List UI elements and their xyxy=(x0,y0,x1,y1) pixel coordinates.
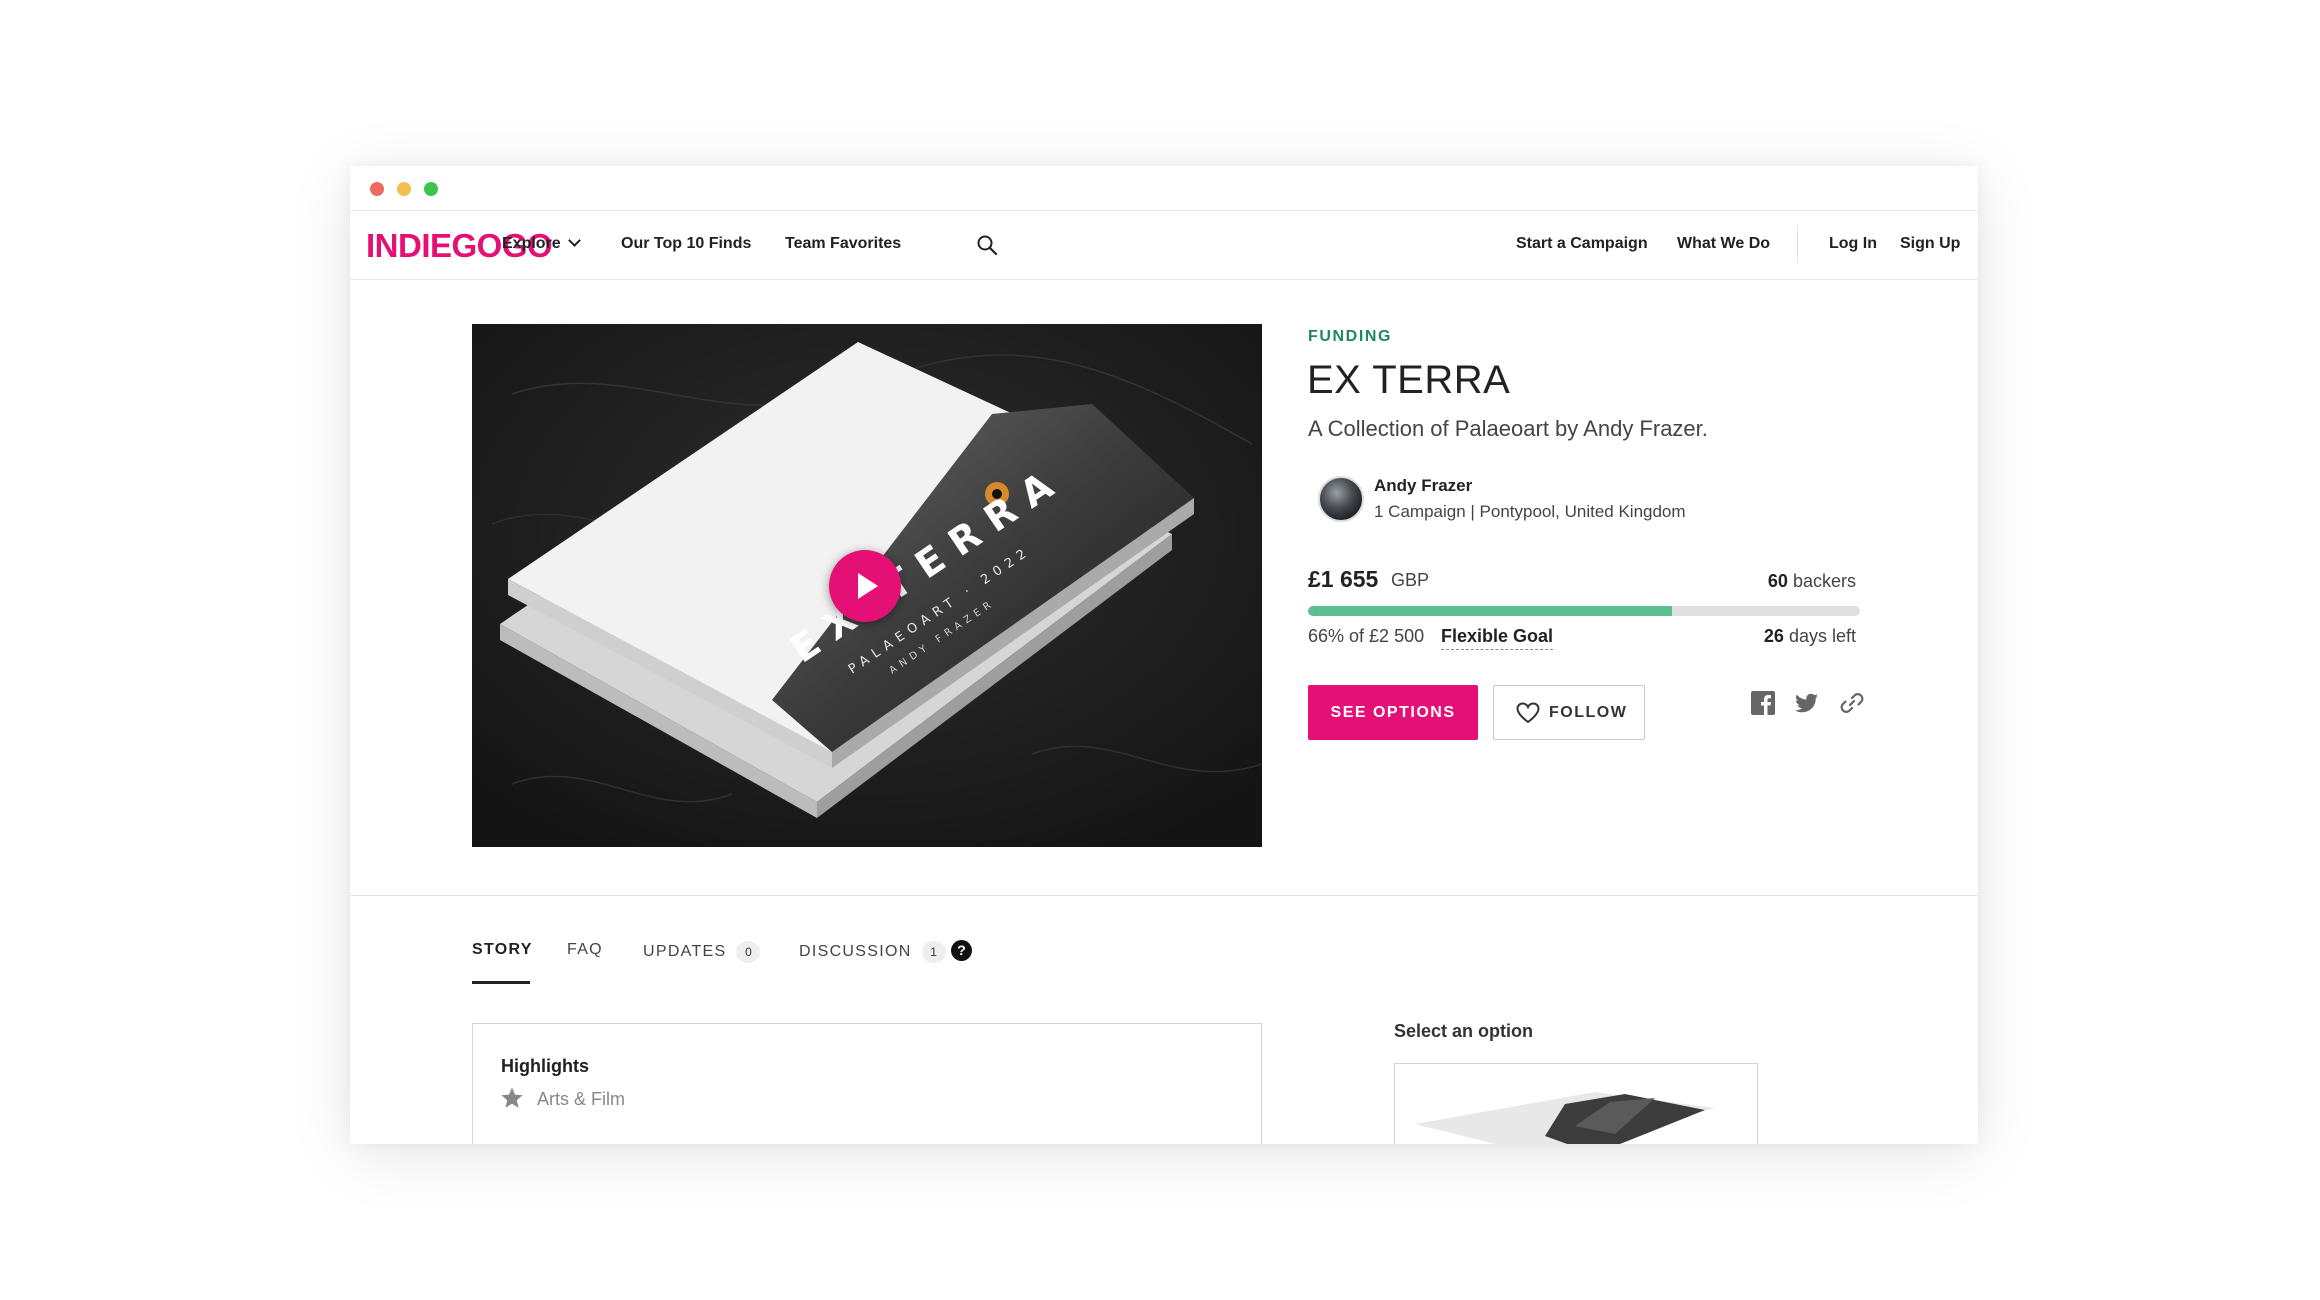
tab-updates[interactable]: UPDATES 0 xyxy=(643,941,761,963)
discussion-count-badge: 1 xyxy=(921,941,946,963)
days-left: 26 days left xyxy=(1764,626,1856,647)
updates-count-badge: 0 xyxy=(736,941,761,963)
copy-link-icon[interactable] xyxy=(1839,690,1865,716)
nav-explore[interactable]: Explore xyxy=(502,234,581,253)
maximize-window-button[interactable] xyxy=(424,182,438,196)
funding-progress-bar xyxy=(1308,606,1860,616)
days-number: 26 xyxy=(1763,626,1784,646)
nav-top-10-finds[interactable]: Our Top 10 Finds xyxy=(621,235,751,253)
twitter-icon[interactable] xyxy=(1794,690,1820,716)
campaign-title: EX TERRA xyxy=(1307,358,1511,402)
star-icon xyxy=(501,1087,523,1108)
follow-label: FOLLOW xyxy=(1549,704,1628,721)
select-option-label: Select an option xyxy=(1394,1021,1534,1041)
nav-what-we-do[interactable]: What We Do xyxy=(1677,235,1770,253)
tab-story[interactable]: STORY xyxy=(472,941,533,959)
nav-divider xyxy=(1797,225,1798,263)
backers-label: backers xyxy=(1792,571,1856,591)
see-options-button[interactable]: SEE OPTIONS xyxy=(1308,685,1478,740)
facebook-icon[interactable] xyxy=(1750,690,1776,716)
top-navigation: INDIEGOGO Explore Our Top 10 Finds Team … xyxy=(350,211,1978,280)
nav-log-in[interactable]: Log In xyxy=(1829,235,1877,253)
browser-window: INDIEGOGO Explore Our Top 10 Finds Team … xyxy=(350,166,1978,1144)
tab-story-underline xyxy=(472,981,530,984)
chevron-down-icon xyxy=(567,234,581,247)
owner-avatar[interactable] xyxy=(1318,476,1364,522)
play-video-button[interactable] xyxy=(829,550,901,622)
search-icon[interactable] xyxy=(976,234,998,256)
funding-progress-fill xyxy=(1308,606,1673,616)
backers-count: 60 backers xyxy=(1768,571,1856,592)
window-titlebar xyxy=(350,166,1978,211)
owner-meta: 1 Campaign | Pontypool, United Kingdom xyxy=(1374,502,1686,521)
close-window-button[interactable] xyxy=(370,182,384,196)
percent-of-goal: 66% of £2 500 xyxy=(1308,626,1425,646)
perk-option-image xyxy=(1415,1092,1715,1144)
backers-number: 60 xyxy=(1767,571,1788,591)
perk-option-card[interactable] xyxy=(1394,1063,1758,1144)
nav-sign-up[interactable]: Sign Up xyxy=(1900,235,1960,253)
campaign-tagline: A Collection of Palaeoart by Andy Frazer… xyxy=(1308,416,1708,441)
campaign-status: FUNDING xyxy=(1308,328,1393,345)
help-icon[interactable]: ? xyxy=(951,940,972,961)
campaign-video-thumbnail[interactable]: EX TERRA PALAEOART · 2022 ANDY FRAZER xyxy=(472,324,1262,847)
follow-button[interactable]: FOLLOW xyxy=(1493,685,1645,740)
minimize-window-button[interactable] xyxy=(397,182,411,196)
tab-faq[interactable]: FAQ xyxy=(567,941,603,959)
nav-team-favorites[interactable]: Team Favorites xyxy=(785,235,901,253)
highlights-title: Highlights xyxy=(501,1056,589,1076)
highlights-box: Highlights Arts & Film xyxy=(472,1023,1262,1144)
tab-discussion-label: DISCUSSION xyxy=(799,943,912,960)
owner-name[interactable]: Andy Frazer xyxy=(1374,476,1472,496)
amount-raised: £1 655 xyxy=(1308,566,1379,592)
currency-code: GBP xyxy=(1391,570,1430,590)
heart-icon xyxy=(1516,702,1540,724)
goal-type-link[interactable]: Flexible Goal xyxy=(1441,626,1554,650)
highlights-category[interactable]: Arts & Film xyxy=(537,1089,625,1110)
tab-discussion[interactable]: DISCUSSION 1 xyxy=(799,941,946,963)
section-divider xyxy=(350,895,1978,896)
days-label: days left xyxy=(1788,626,1856,646)
nav-start-campaign[interactable]: Start a Campaign xyxy=(1516,235,1648,253)
tab-updates-label: UPDATES xyxy=(643,943,727,960)
nav-explore-label: Explore xyxy=(502,235,561,252)
